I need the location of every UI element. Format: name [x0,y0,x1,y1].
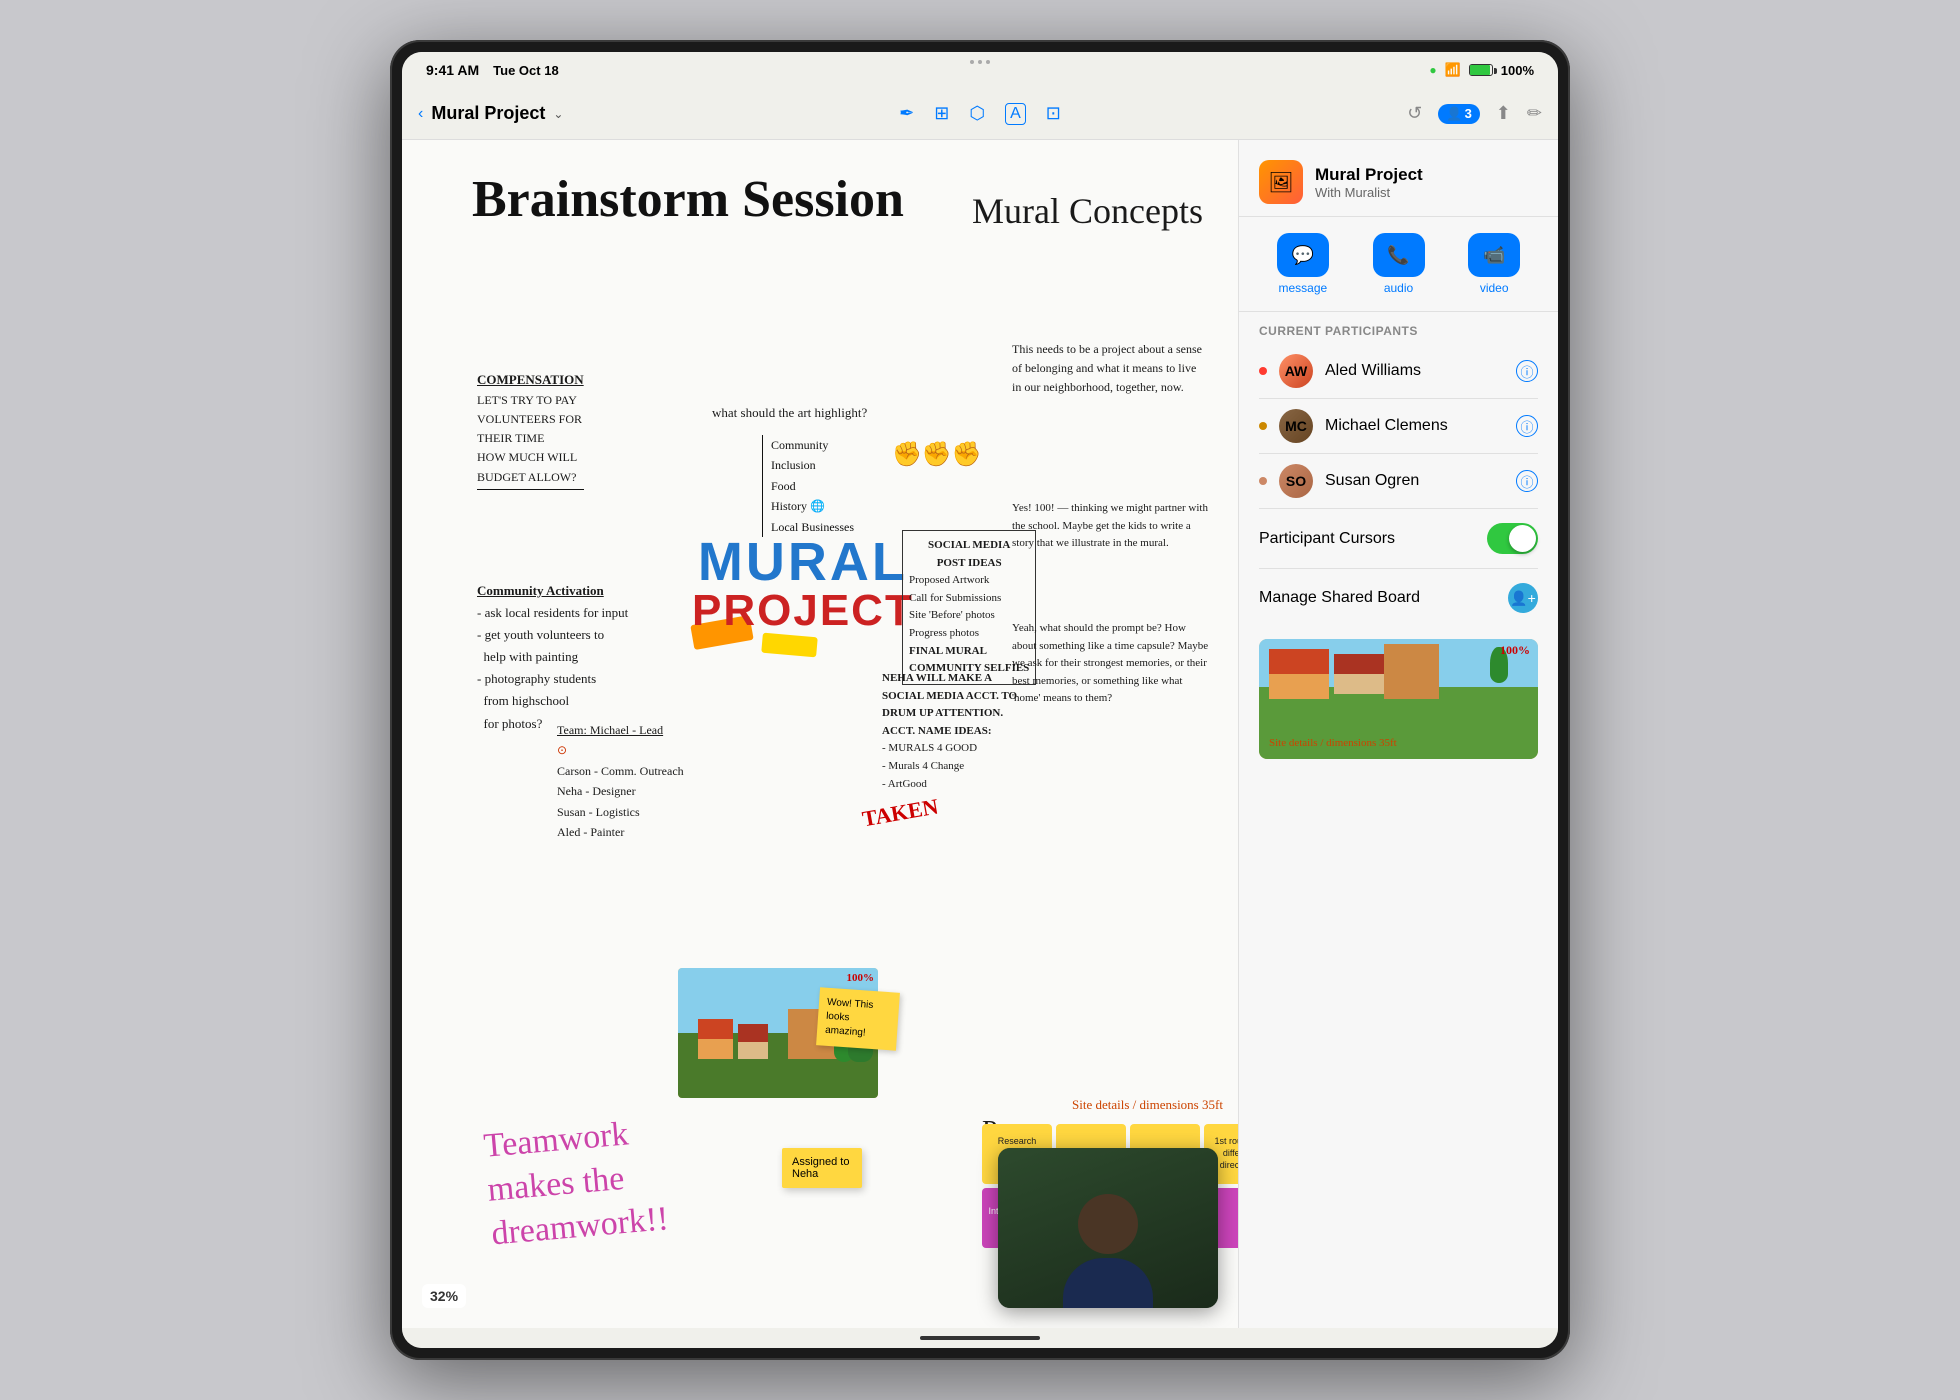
app-icon: 🖼 [1259,160,1303,204]
whiteboard[interactable]: Brainstorm Session Mural Concepts COMPEN… [402,140,1238,1328]
yeah-text: Yeah, what should the prompt be? How abo… [1012,620,1212,708]
michael-dot [1259,422,1267,430]
right-panel: 🖼 Mural Project With Muralist 💬 message … [1238,140,1558,1328]
share-icon[interactable]: ⬆ [1496,103,1511,124]
edit-icon[interactable]: ✏ [1527,103,1542,124]
aled-name: Aled Williams [1325,362,1504,380]
aled-avatar: AW [1279,354,1313,388]
brush-stroke-yellow [761,633,818,658]
brainstorm-title: Brainstorm Session [472,170,904,229]
video-person [998,1148,1218,1308]
art-highlight-question: what should the art highlight? [712,405,867,421]
susan-dot [1259,477,1267,485]
site-label: Site details / dimensions 35ft [1072,1097,1223,1113]
person-head [1078,1194,1138,1254]
message-icon: 💬 [1277,233,1329,277]
video-action[interactable]: 📹 video [1450,233,1538,295]
cursors-toggle[interactable] [1487,523,1538,554]
shapes-tool-icon[interactable]: ⬡ [969,103,985,124]
aled-dot [1259,367,1267,375]
susan-info-button[interactable]: ⓘ [1516,470,1538,492]
participant-row-susan: SO Susan Ogren ⓘ [1239,454,1558,508]
aled-info-button[interactable]: ⓘ [1516,360,1538,382]
toolbar: ‹ Mural Project ⌄ ✒ ⊞ ⬡ A ⊡ ↺ 👤3 ⬆ ✏ [402,88,1558,140]
audio-icon: 📞 [1373,233,1425,277]
battery-icon [1469,64,1493,76]
participant-row-aled: AW Aled Williams ⓘ [1239,344,1558,398]
collab-count[interactable]: 👤3 [1438,104,1479,124]
panel-header: 🖼 Mural Project With Muralist [1239,140,1558,217]
mural-concepts-heading: Mural Concepts [972,190,1203,232]
image-tool-icon[interactable]: ⊡ [1046,103,1061,124]
neha-note: NEHA WILL MAKE ASOCIAL MEDIA ACCT. TODRU… [882,670,1017,793]
team-list: Team: Michael - Lead ⊙ Carson - Comm. Ou… [557,720,684,842]
pen-tool-icon[interactable]: ✒ [899,103,914,124]
teamwork-text: Teamworkmakes thedreamwork!! [482,1110,670,1258]
wow-sticky: Wow! Thislooks amazing! [816,987,900,1050]
camera-indicator: ● [1429,63,1436,77]
back-button[interactable]: ‹ [418,105,423,123]
text-tool-icon[interactable]: A [1005,103,1026,125]
yes-100-text: Yes! 100! — thinking we might partner wi… [1012,500,1212,553]
home-indicator [402,1328,1558,1348]
cursors-label: Participant Cursors [1259,530,1487,548]
video-icon: 📹 [1468,233,1520,277]
panel-thumbnail: 100% Site details / dimensions 35ft [1259,639,1538,759]
frame-tool-icon[interactable]: ⊞ [934,103,949,124]
mural-project-logo: MURAL PROJECT [692,535,914,633]
susan-name: Susan Ogren [1325,472,1504,490]
this-needs-text: This needs to be a project about a sense… [1012,340,1202,398]
contact-actions: 💬 message 📞 audio 📹 video [1239,217,1558,312]
wifi-icon: 📶 [1445,62,1461,78]
michael-name: Michael Clemens [1325,417,1504,435]
taken-stamp: TAKEN [860,794,940,833]
michael-avatar: MC [1279,409,1313,443]
fist-emojis: ✊✊✊ [892,440,982,469]
manage-label: Manage Shared Board [1259,589,1508,607]
home-bar [920,1336,1040,1340]
ipad-frame: 9:41 AM Tue Oct 18 ● 📶 100% ‹ Mural P [390,40,1570,1360]
manage-shared-board-icon[interactable]: 👤+ [1508,583,1538,613]
audio-action[interactable]: 📞 audio [1355,233,1443,295]
zoom-indicator: 32% [422,1284,466,1308]
susan-avatar: SO [1279,464,1313,498]
participants-section-header: CURRENT PARTICIPANTS [1239,312,1558,344]
assigned-sticky: Assigned toNeha [782,1148,862,1188]
status-date: Tue Oct 18 [493,63,559,78]
message-action[interactable]: 💬 message [1259,233,1347,295]
status-time: 9:41 AM [426,62,479,78]
audio-label: audio [1384,281,1413,295]
project-title: Mural Project [431,103,545,124]
participant-row-michael: MC Michael Clemens ⓘ [1239,399,1558,453]
ipad-screen: 9:41 AM Tue Oct 18 ● 📶 100% ‹ Mural P [402,52,1558,1348]
main-content: Brainstorm Session Mural Concepts COMPEN… [402,140,1558,1328]
toggle-knob [1509,525,1536,552]
compensation-block: COMPENSATION LET'S TRY TO PAYVOLUNTEERS … [477,370,584,490]
participant-cursors-row: Participant Cursors [1239,509,1558,568]
message-label: message [1278,281,1327,295]
video-label: video [1480,281,1509,295]
community-activation: Community Activation - ask local residen… [477,580,628,735]
status-bar: 9:41 AM Tue Oct 18 ● 📶 100% [402,52,1558,88]
michael-info-button[interactable]: ⓘ [1516,415,1538,437]
video-call-overlay [998,1148,1218,1308]
person-body [1063,1258,1153,1308]
panel-title: Mural Project [1315,165,1423,185]
project-dropdown-icon[interactable]: ⌄ [553,107,563,121]
battery-percent: 100% [1501,63,1534,78]
highlight-list: Community Inclusion Food History 🌐 Local… [762,435,854,537]
panel-subtitle: With Muralist [1315,185,1423,200]
undo-icon[interactable]: ↺ [1407,103,1422,124]
manage-shared-board-row[interactable]: Manage Shared Board 👤+ [1239,569,1558,627]
